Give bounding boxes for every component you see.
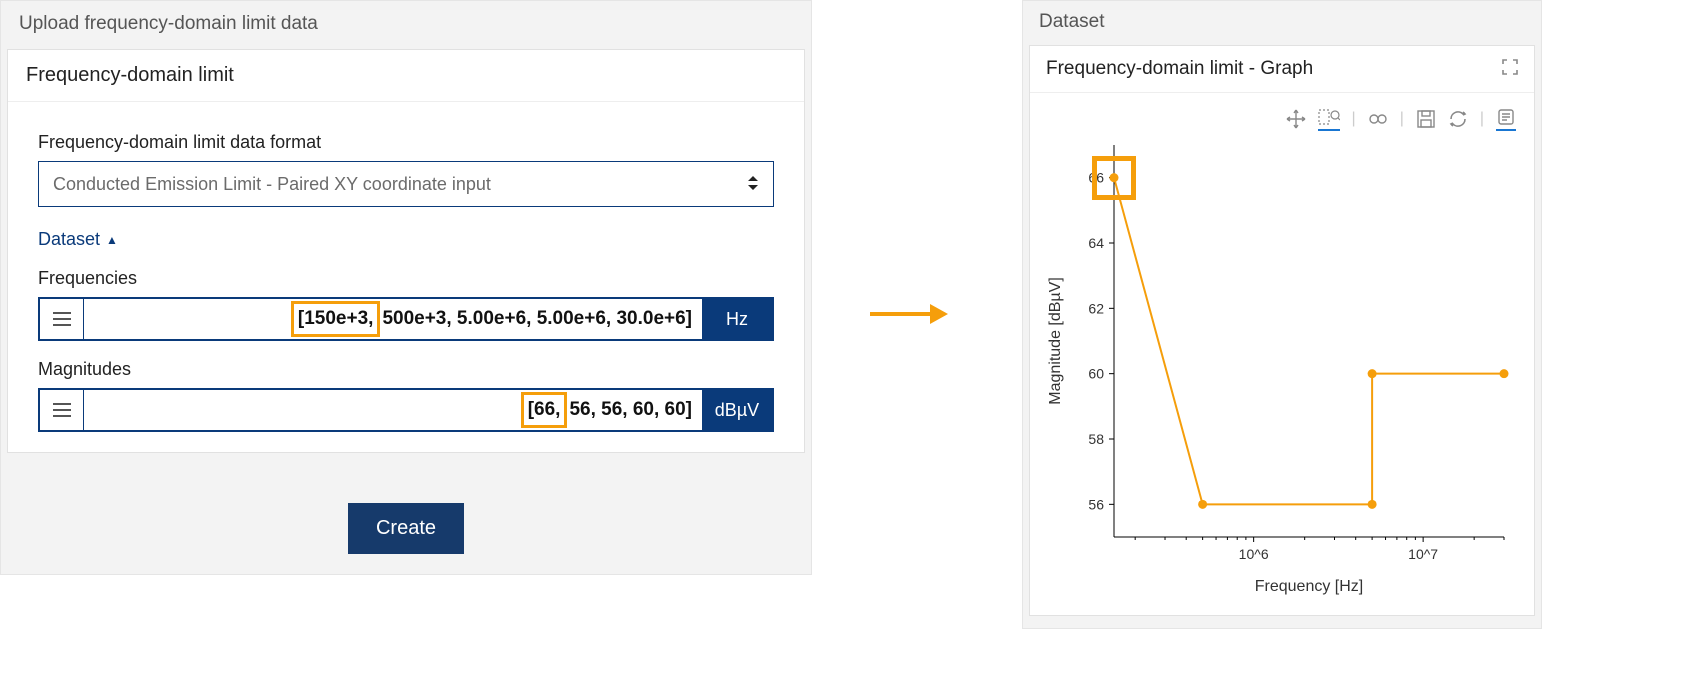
- dataset-toggle[interactable]: Dataset ▲: [38, 229, 118, 250]
- magnitudes-block: Magnitudes [66, 56, 56, 60, 60] dBµV: [38, 359, 774, 432]
- magnitudes-unit: dBµV: [702, 390, 772, 430]
- chart-svg: 56586062646610^610^7Frequency [Hz]Magnit…: [1042, 135, 1522, 605]
- magnitudes-label: Magnitudes: [38, 359, 774, 380]
- magnitudes-rest: 56, 56, 60, 60]: [569, 399, 692, 421]
- frequencies-rest: 500e+3, 5.00e+6, 5.00e+6, 30.0e+6]: [382, 308, 692, 330]
- toolbar-separator: |: [1400, 110, 1404, 128]
- upload-panel: Upload frequency-domain limit data Frequ…: [0, 0, 812, 575]
- svg-text:64: 64: [1088, 235, 1104, 251]
- toolbar-separator: |: [1352, 110, 1356, 128]
- svg-text:10^7: 10^7: [1408, 546, 1438, 562]
- dataset-toggle-label: Dataset: [38, 229, 100, 250]
- svg-text:Frequency [Hz]: Frequency [Hz]: [1255, 578, 1363, 595]
- limit-card: Frequency-domain limit Frequency-domain …: [7, 49, 805, 453]
- graph-title: Frequency-domain limit - Graph: [1046, 58, 1313, 80]
- frequencies-highlight: [150e+3,: [291, 301, 381, 337]
- dataset-panel: Dataset Frequency-domain limit - Graph: [1022, 0, 1542, 629]
- format-select[interactable]: Conducted Emission Limit - Paired XY coo…: [38, 161, 774, 207]
- pan-icon[interactable]: [1286, 109, 1306, 129]
- frequencies-block: Frequencies [150e+3, 500e+3, 5.00e+6, 5.…: [38, 268, 774, 341]
- dataset-panel-title: Dataset: [1023, 1, 1541, 45]
- svg-text:56: 56: [1088, 496, 1104, 512]
- create-button[interactable]: Create: [348, 503, 464, 554]
- frequencies-input-row: [150e+3, 500e+3, 5.00e+6, 5.00e+6, 30.0e…: [38, 297, 774, 341]
- svg-text:60: 60: [1088, 366, 1104, 382]
- arrow-icon: [870, 304, 948, 324]
- format-label: Frequency-domain limit data format: [38, 132, 774, 153]
- reset-zoom-icon[interactable]: [1368, 109, 1388, 129]
- svg-text:Magnitude [dBµV]: Magnitude [dBµV]: [1047, 277, 1064, 405]
- select-caret-icon: [747, 175, 759, 193]
- save-icon[interactable]: [1416, 109, 1436, 129]
- toolbar-separator: |: [1480, 110, 1484, 128]
- frequencies-label: Frequencies: [38, 268, 774, 289]
- graph-card: Frequency-domain limit - Graph |: [1029, 45, 1535, 616]
- chart-toolbar: | | |: [1030, 93, 1534, 135]
- hamburger-icon[interactable]: [40, 390, 84, 430]
- svg-text:10^6: 10^6: [1239, 546, 1269, 562]
- fullscreen-icon[interactable]: [1502, 59, 1518, 80]
- frequencies-input[interactable]: [150e+3, 500e+3, 5.00e+6, 5.00e+6, 30.0e…: [84, 299, 702, 339]
- first-point-highlight: [1092, 156, 1136, 200]
- frequencies-unit: Hz: [702, 299, 772, 339]
- graph-header: Frequency-domain limit - Graph: [1030, 46, 1534, 93]
- magnitudes-highlight: [66,: [521, 392, 568, 428]
- refresh-icon[interactable]: [1448, 109, 1468, 129]
- svg-text:58: 58: [1088, 431, 1104, 447]
- caret-up-icon: ▲: [106, 233, 118, 247]
- card-header: Frequency-domain limit: [8, 50, 804, 102]
- card-body: Frequency-domain limit data format Condu…: [8, 102, 804, 432]
- notes-icon[interactable]: [1496, 107, 1516, 131]
- magnitudes-input-row: [66, 56, 56, 60, 60] dBµV: [38, 388, 774, 432]
- svg-text:62: 62: [1088, 300, 1104, 316]
- chart-area: 56586062646610^610^7Frequency [Hz]Magnit…: [1042, 135, 1522, 605]
- panel-title: Upload frequency-domain limit data: [1, 1, 811, 49]
- hamburger-icon[interactable]: [40, 299, 84, 339]
- format-select-value: Conducted Emission Limit - Paired XY coo…: [53, 174, 491, 195]
- magnitudes-input[interactable]: [66, 56, 56, 60, 60]: [84, 390, 702, 430]
- zoom-icon[interactable]: [1318, 107, 1340, 131]
